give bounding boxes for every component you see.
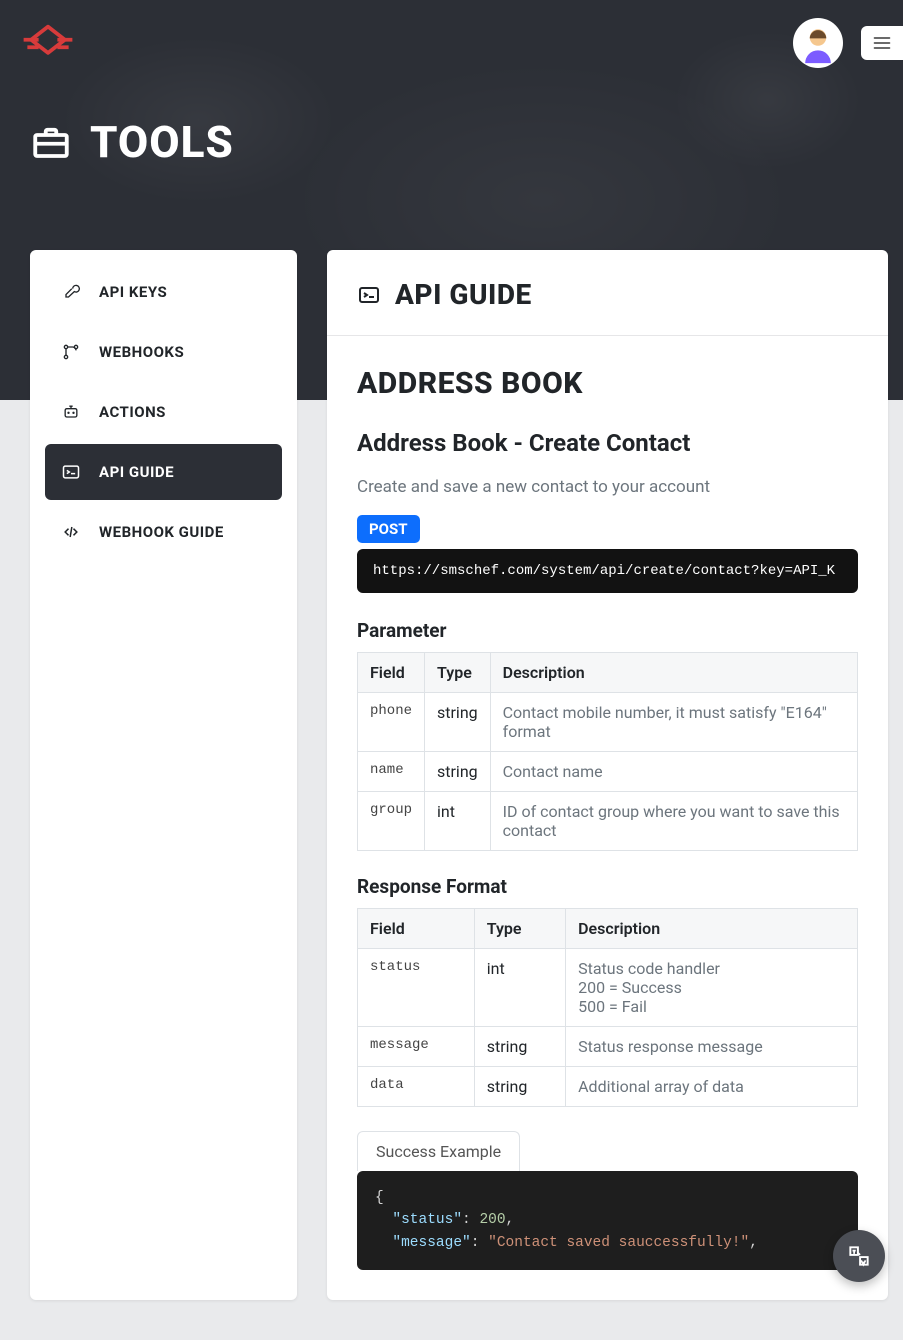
sidebar-item-label: ACTIONS — [99, 403, 166, 421]
brand-logo[interactable] — [18, 21, 78, 66]
sidebar-item-actions[interactable]: ACTIONS — [45, 384, 282, 440]
table-row: namestringContact name — [358, 752, 858, 792]
resp-type: string — [474, 1067, 565, 1107]
page-title-text: TOOLS — [90, 116, 234, 168]
table-row: messagestringStatus response message — [358, 1027, 858, 1067]
main-heading: API GUIDE — [327, 250, 888, 336]
resp-desc: Status code handler 200 = Success 500 = … — [566, 949, 858, 1027]
resp-header-field: Field — [358, 909, 475, 949]
terminal-icon — [61, 462, 81, 482]
branch-icon — [61, 342, 81, 362]
terminal-icon — [357, 283, 381, 307]
resp-type: string — [474, 1027, 565, 1067]
section-title: ADDRESS BOOK — [357, 366, 858, 401]
robot-icon — [61, 402, 81, 422]
sidebar-item-label: API GUIDE — [99, 463, 174, 481]
example-tabs: Success Example — [357, 1131, 858, 1171]
resp-desc: Status response message — [566, 1027, 858, 1067]
param-type: int — [425, 792, 491, 851]
page-title: TOOLS — [0, 86, 903, 168]
logo-icon — [18, 21, 78, 66]
table-row: groupintID of contact group where you wa… — [358, 792, 858, 851]
lead-text: Create and save a new contact to your ac… — [357, 477, 858, 497]
translate-icon — [846, 1243, 872, 1269]
subsection-title: Address Book - Create Contact — [357, 429, 858, 457]
resp-field: status — [358, 949, 475, 1027]
param-header-field: Field — [358, 653, 425, 693]
topbar-right — [793, 18, 903, 68]
example-code-block: { "status": 200, "message": "Contact sav… — [357, 1171, 858, 1270]
main-panel: API GUIDE ADDRESS BOOK Address Book - Cr… — [327, 250, 888, 1300]
param-header-type: Type — [425, 653, 491, 693]
resp-desc: Additional array of data — [566, 1067, 858, 1107]
topbar — [0, 0, 903, 86]
hamburger-icon — [872, 33, 892, 53]
sidebar: API KEYS WEBHOOKS ACTIONS API GUIDE WEBH… — [30, 250, 297, 1300]
resp-header-desc: Description — [566, 909, 858, 949]
response-table: Field Type Description statusintStatus c… — [357, 908, 858, 1107]
param-header-desc: Description — [490, 653, 857, 693]
translate-fab[interactable] — [833, 1230, 885, 1282]
param-desc: Contact mobile number, it must satisfy "… — [490, 693, 857, 752]
sidebar-item-label: API KEYS — [99, 283, 167, 301]
sidebar-item-api-guide[interactable]: API GUIDE — [45, 444, 282, 500]
tab-success-example[interactable]: Success Example — [357, 1131, 520, 1171]
method-badge: POST — [357, 515, 420, 543]
param-desc: ID of contact group where you want to sa… — [490, 792, 857, 851]
sidebar-item-webhooks[interactable]: WEBHOOKS — [45, 324, 282, 380]
param-field: phone — [358, 693, 425, 752]
sidebar-item-api-keys[interactable]: API KEYS — [45, 264, 282, 320]
parameter-title: Parameter — [357, 619, 858, 642]
parameter-table: Field Type Description phonestringContac… — [357, 652, 858, 851]
param-type: string — [425, 693, 491, 752]
user-avatar[interactable] — [793, 18, 843, 68]
key-icon — [61, 282, 81, 302]
param-field: name — [358, 752, 425, 792]
briefcase-icon — [30, 121, 72, 163]
sidebar-item-label: WEBHOOK GUIDE — [99, 523, 224, 541]
param-field: group — [358, 792, 425, 851]
resp-header-type: Type — [474, 909, 565, 949]
sidebar-item-webhook-guide[interactable]: WEBHOOK GUIDE — [45, 504, 282, 560]
endpoint-url: https://smschef.com/system/api/create/co… — [357, 549, 858, 593]
response-title: Response Format — [357, 875, 858, 898]
code-icon — [61, 522, 81, 542]
avatar-icon — [796, 21, 840, 65]
resp-type: int — [474, 949, 565, 1027]
table-row: phonestringContact mobile number, it mus… — [358, 693, 858, 752]
resp-field: message — [358, 1027, 475, 1067]
param-type: string — [425, 752, 491, 792]
hamburger-menu-button[interactable] — [861, 26, 903, 60]
resp-field: data — [358, 1067, 475, 1107]
table-row: statusintStatus code handler 200 = Succe… — [358, 949, 858, 1027]
main-heading-text: API GUIDE — [395, 278, 532, 311]
param-desc: Contact name — [490, 752, 857, 792]
sidebar-item-label: WEBHOOKS — [99, 343, 184, 361]
table-row: datastringAdditional array of data — [358, 1067, 858, 1107]
